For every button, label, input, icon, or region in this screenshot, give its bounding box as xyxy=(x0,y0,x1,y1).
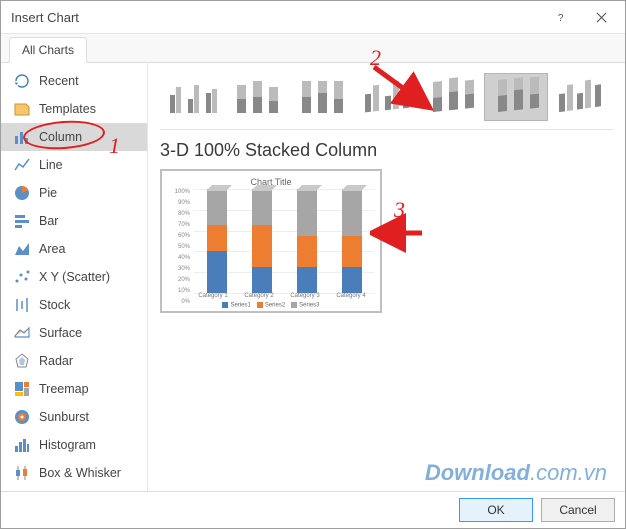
main-panel: 3-D 100% Stacked Column Chart Title 100%… xyxy=(148,63,625,491)
sidebar-item-label: Histogram xyxy=(39,438,96,452)
legend: Series1 Series2 Series3 xyxy=(168,302,374,309)
sidebar-item-scatter[interactable]: X Y (Scatter) xyxy=(1,263,147,291)
bar-2 xyxy=(297,189,317,293)
line-icon xyxy=(13,156,31,174)
sunburst-icon xyxy=(13,408,31,426)
3d-stacked-column-icon xyxy=(423,77,479,117)
subtype-3d-column[interactable] xyxy=(548,73,613,121)
clustered-column-icon xyxy=(164,77,220,117)
sidebar-item-recent[interactable]: Recent xyxy=(1,67,147,95)
subtype-stacked-column[interactable] xyxy=(225,73,290,121)
surface-icon xyxy=(13,324,31,342)
help-button[interactable]: ? xyxy=(541,3,581,31)
sidebar-item-templates[interactable]: Templates xyxy=(1,95,147,123)
bar-1 xyxy=(252,189,272,293)
ok-button[interactable]: OK xyxy=(459,498,533,522)
histogram-icon xyxy=(13,436,31,454)
sidebar-item-label: Sunburst xyxy=(39,410,89,424)
column-subtype-strip xyxy=(160,71,613,130)
y-axis-ticks: 100% 90% 80% 70% 60% 50% 40% 30% 20% 10% xyxy=(168,189,192,305)
annotation-number-3: 3 xyxy=(394,197,405,223)
tab-all-charts[interactable]: All Charts xyxy=(9,37,87,63)
sidebar-item-box-whisker[interactable]: Box & Whisker xyxy=(1,459,147,487)
sidebar-item-column[interactable]: Column xyxy=(1,123,147,151)
window-title: Insert Chart xyxy=(11,10,541,25)
templates-icon xyxy=(13,100,31,118)
100-stacked-column-icon xyxy=(294,77,350,117)
3d-100-stacked-column-icon xyxy=(488,77,544,117)
sidebar-item-label: Recent xyxy=(39,74,79,88)
sidebar-item-sunburst[interactable]: Sunburst xyxy=(1,403,147,431)
treemap-icon xyxy=(13,380,31,398)
radar-icon xyxy=(13,352,31,370)
sidebar-item-label: Templates xyxy=(39,102,96,116)
stacked-column-icon xyxy=(229,77,285,117)
sidebar-item-label: Area xyxy=(39,242,65,256)
sidebar-item-label: Treemap xyxy=(39,382,89,396)
sidebar-item-label: Line xyxy=(39,158,63,172)
sidebar-item-stock[interactable]: Stock xyxy=(1,291,147,319)
sidebar-item-label: Pie xyxy=(39,186,57,200)
sidebar-item-label: Radar xyxy=(39,354,73,368)
bar-icon xyxy=(13,212,31,230)
subtype-3d-stacked-column[interactable] xyxy=(419,73,484,121)
help-icon: ? xyxy=(556,12,567,23)
dialog-button-bar: OK Cancel xyxy=(1,491,625,528)
chart-preview[interactable]: Chart Title 100% 90% 80% 70% 60% 50% 40%… xyxy=(160,169,382,313)
insert-chart-dialog: Insert Chart ? All Charts Recent xyxy=(0,0,626,529)
sidebar-item-radar[interactable]: Radar xyxy=(1,347,147,375)
sidebar-item-bar[interactable]: Bar xyxy=(1,207,147,235)
3d-clustered-column-icon xyxy=(359,77,415,117)
subtype-100-stacked-column[interactable] xyxy=(289,73,354,121)
sidebar-item-label: Column xyxy=(39,130,82,144)
pie-icon xyxy=(13,184,31,202)
tab-label: All Charts xyxy=(22,43,74,57)
titlebar: Insert Chart ? xyxy=(1,1,625,34)
area-icon xyxy=(13,240,31,258)
tabstrip: All Charts xyxy=(1,34,625,63)
scatter-icon xyxy=(13,268,31,286)
sidebar-item-label: Stock xyxy=(39,298,70,312)
subtype-3d-100-stacked-column[interactable] xyxy=(484,73,549,121)
3d-column-icon xyxy=(553,77,609,117)
box-whisker-icon xyxy=(13,464,31,482)
cancel-button[interactable]: Cancel xyxy=(541,498,615,522)
sidebar-item-label: X Y (Scatter) xyxy=(39,270,110,284)
column-icon xyxy=(13,128,31,146)
x-axis-labels: Category 1Category 2Category 3Category 4 xyxy=(190,293,374,299)
close-button[interactable] xyxy=(581,3,621,31)
sidebar-item-pie[interactable]: Pie xyxy=(1,179,147,207)
sidebar-item-area[interactable]: Area xyxy=(1,235,147,263)
sidebar-item-waterfall[interactable]: Waterfall xyxy=(1,487,147,491)
stock-icon xyxy=(13,296,31,314)
bar-3 xyxy=(342,189,362,293)
sidebar-item-histogram[interactable]: Histogram xyxy=(1,431,147,459)
sidebar-item-surface[interactable]: Surface xyxy=(1,319,147,347)
bar-0 xyxy=(207,189,227,293)
sidebar-item-line[interactable]: Line xyxy=(1,151,147,179)
sidebar-item-treemap[interactable]: Treemap xyxy=(1,375,147,403)
recent-icon xyxy=(13,72,31,90)
chart-category-list: Recent Templates Column Line Pie xyxy=(1,63,148,491)
selected-chart-name: 3-D 100% Stacked Column xyxy=(160,140,613,161)
sidebar-item-label: Box & Whisker xyxy=(39,466,121,480)
close-icon xyxy=(596,12,607,23)
sidebar-item-label: Bar xyxy=(39,214,58,228)
sidebar-item-label: Surface xyxy=(39,326,82,340)
plot-area xyxy=(194,189,374,293)
svg-text:?: ? xyxy=(557,13,563,23)
subtype-clustered-column[interactable] xyxy=(160,73,225,121)
subtype-3d-clustered-column[interactable] xyxy=(354,73,419,121)
